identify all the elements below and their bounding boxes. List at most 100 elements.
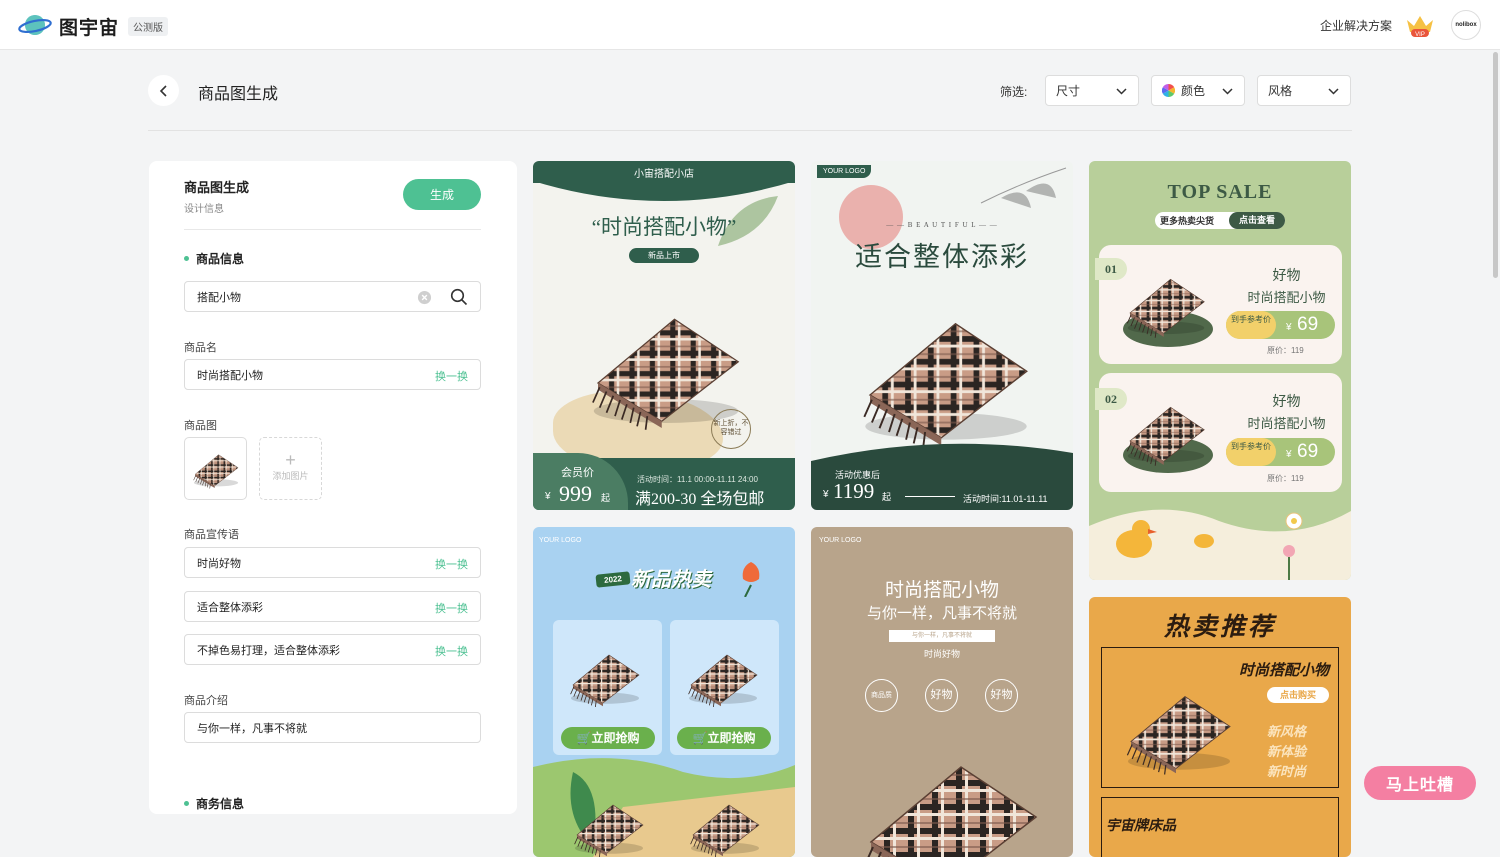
user-avatar[interactable]: nolibox bbox=[1451, 10, 1481, 40]
plus-icon: + bbox=[285, 450, 296, 470]
panel-subtitle: 设计信息 bbox=[184, 204, 224, 215]
meadow-footer bbox=[1089, 509, 1351, 580]
section-dot bbox=[184, 256, 189, 261]
price-unit: 起 bbox=[882, 492, 892, 502]
slogan-field-2[interactable]: 适合整体添彩 换一换 bbox=[184, 591, 481, 622]
generate-button[interactable]: 生成 bbox=[403, 179, 481, 210]
card-title: TOP SALE bbox=[1167, 181, 1273, 203]
back-button[interactable] bbox=[148, 75, 179, 106]
scarf-image bbox=[683, 647, 763, 707]
chevron-left-icon bbox=[159, 84, 167, 97]
item-line1: 好物 bbox=[1272, 393, 1301, 409]
card-title: 热卖推荐 bbox=[1163, 613, 1276, 641]
currency: ¥ bbox=[1286, 322, 1292, 333]
reference-price-label: 到手参考价 bbox=[1226, 438, 1276, 466]
buy-now-button[interactable]: 🛒立即抢购 bbox=[677, 727, 771, 749]
color-filter-dropdown[interactable]: 颜色 bbox=[1151, 75, 1245, 106]
buy-now-button[interactable]: 🛒立即抢购 bbox=[561, 727, 655, 749]
template-card-5[interactable]: YOUR LOGO 时尚搭配小物 与你一样，凡事不将就 与你一样，凡事不将就 时… bbox=[811, 527, 1073, 857]
template-card-3[interactable]: TOP SALE 更多热卖尖货 点击查看 01 好物 时尚搭配小物 到手参考价 … bbox=[1089, 161, 1351, 580]
member-label: 会员价 bbox=[561, 467, 594, 479]
promo-text: 满200-30 全场包邮 bbox=[635, 491, 765, 508]
feedback-label: 马上吐槽 bbox=[1385, 777, 1454, 794]
product-name-label: 商品名 bbox=[184, 342, 217, 354]
tagline-bar: 与你一样，凡事不将就 bbox=[889, 630, 995, 642]
buy-now-label: 立即抢购 bbox=[591, 731, 640, 745]
product-name-value: 时尚搭配小物 bbox=[197, 369, 263, 382]
slogan-field-1[interactable]: 时尚好物 换一换 bbox=[184, 547, 481, 578]
scrollbar[interactable] bbox=[1493, 52, 1498, 278]
product-name-field[interactable]: 时尚搭配小物 换一换 bbox=[184, 359, 481, 390]
card-title: “时尚搭配小物” bbox=[591, 215, 737, 239]
swap-slogan-button[interactable]: 换一换 bbox=[435, 643, 468, 659]
currency: ¥ bbox=[545, 491, 551, 502]
feature-circle-3: 好物 bbox=[985, 679, 1018, 712]
feedback-button[interactable]: 马上吐槽 bbox=[1364, 766, 1476, 800]
feature-line-1: 新风格 bbox=[1267, 724, 1307, 739]
intro-label: 商品介绍 bbox=[184, 695, 228, 707]
product-search-input[interactable]: 搭配小物 bbox=[184, 281, 481, 312]
logo-badge: YOUR LOGO bbox=[539, 537, 582, 544]
section-dot bbox=[184, 801, 189, 806]
item-price: 69 bbox=[1297, 314, 1319, 335]
currency: ¥ bbox=[1286, 449, 1292, 460]
add-image-label: 添加图片 bbox=[272, 471, 309, 481]
top-bar: 图宇宙 公测版 企业解决方案 VIP nolibox bbox=[0, 0, 1500, 50]
scarf-image bbox=[569, 797, 649, 857]
app-name[interactable]: 图宇宙 bbox=[59, 13, 119, 40]
click-buy-button[interactable]: 点击购买 bbox=[1267, 687, 1329, 703]
more-hot-label: 更多热卖尖货 bbox=[1160, 216, 1215, 226]
swap-slogan-button[interactable]: 换一换 bbox=[435, 556, 468, 572]
color-filter-label: 颜色 bbox=[1181, 84, 1206, 98]
style-filter-dropdown[interactable]: 风格 bbox=[1257, 75, 1351, 106]
design-info-panel: 商品图生成 设计信息 生成 商品信息 搭配小物 商品名 时尚搭配小物 换一换 商… bbox=[149, 161, 517, 814]
panel-divider bbox=[184, 229, 481, 230]
page-title: 商品图生成 bbox=[198, 86, 279, 103]
slogan-value: 时尚好物 bbox=[197, 557, 241, 570]
add-image-button[interactable]: + 添加图片 bbox=[259, 437, 322, 500]
item-line2: 时尚搭配小物 bbox=[1247, 290, 1326, 305]
price: 1199 bbox=[833, 479, 875, 503]
feature-circle-2: 好物 bbox=[925, 679, 958, 712]
scarf-image bbox=[851, 301, 1041, 451]
template-card-4[interactable]: YOUR LOGO 2022 新品热卖 🛒立即抢购 🛒立即抢购 bbox=[533, 527, 795, 857]
search-icon[interactable] bbox=[450, 288, 468, 306]
activity-time: 活动时间:11.01-11.11 bbox=[963, 494, 1048, 504]
beautiful-text: — — B E A U T I F U L — — bbox=[886, 221, 998, 229]
cart-icon: 🛒 bbox=[576, 731, 592, 745]
slogan-field-3[interactable]: 不掉色易打理，适合整体添彩 换一换 bbox=[184, 634, 481, 665]
product-info-section: 商品信息 bbox=[184, 250, 244, 267]
size-filter-dropdown[interactable]: 尺寸 bbox=[1045, 75, 1139, 106]
template-card-2[interactable]: YOUR LOGO — — B E A U T I F U L — — 适合整体… bbox=[811, 161, 1073, 510]
currency: ¥ bbox=[823, 489, 829, 500]
year-badge: 2022 bbox=[595, 571, 631, 588]
logo-badge: YOUR LOGO bbox=[817, 165, 872, 178]
chevron-down-icon bbox=[1116, 88, 1127, 95]
buy-now-label: 立即抢购 bbox=[707, 731, 756, 745]
item-line2: 时尚搭配小物 bbox=[1247, 416, 1326, 431]
product-image-thumbnail[interactable] bbox=[184, 437, 247, 500]
cart-icon: 🛒 bbox=[692, 731, 708, 745]
click-view-button[interactable]: 点击查看 bbox=[1229, 212, 1285, 229]
template-card-1[interactable]: 小宙搭配小店 “时尚搭配小物” 新品上市 新上折，不容错过 会员价 ¥ 999 … bbox=[533, 161, 795, 510]
size-filter-label: 尺寸 bbox=[1056, 84, 1081, 98]
app-logo-icon[interactable] bbox=[18, 11, 52, 39]
business-info-heading: 商务信息 bbox=[196, 797, 245, 811]
style-filter-label: 风格 bbox=[1268, 84, 1293, 98]
activity-time: 活动时间：11.1 00:00-11.11 24:00 bbox=[637, 475, 758, 484]
chevron-down-icon bbox=[1328, 88, 1339, 95]
scarf-image bbox=[851, 747, 1051, 857]
promo-seal: 新上折，不容错过 bbox=[711, 409, 751, 449]
brand-name: 宇宙牌床品 bbox=[1106, 817, 1176, 833]
swap-name-button[interactable]: 换一换 bbox=[435, 368, 468, 384]
reference-price-label: 到手参考价 bbox=[1226, 311, 1276, 339]
clear-icon[interactable] bbox=[417, 290, 432, 305]
header-divider bbox=[148, 130, 1352, 131]
swap-slogan-button[interactable]: 换一换 bbox=[435, 600, 468, 616]
feature-line-2: 新体验 bbox=[1267, 744, 1307, 759]
intro-field[interactable]: 与你一样，凡事不将就 bbox=[184, 712, 481, 743]
template-card-6[interactable]: 热卖推荐 时尚搭配小物 点击购买 新风格 新体验 新时尚 宇宙牌床品 bbox=[1089, 597, 1351, 857]
enterprise-solutions-link[interactable]: 企业解决方案 bbox=[1320, 17, 1392, 34]
card-subtitle: 与你一样，凡事不将就 bbox=[866, 605, 1017, 622]
vip-crown-icon[interactable]: VIP bbox=[1404, 12, 1436, 38]
